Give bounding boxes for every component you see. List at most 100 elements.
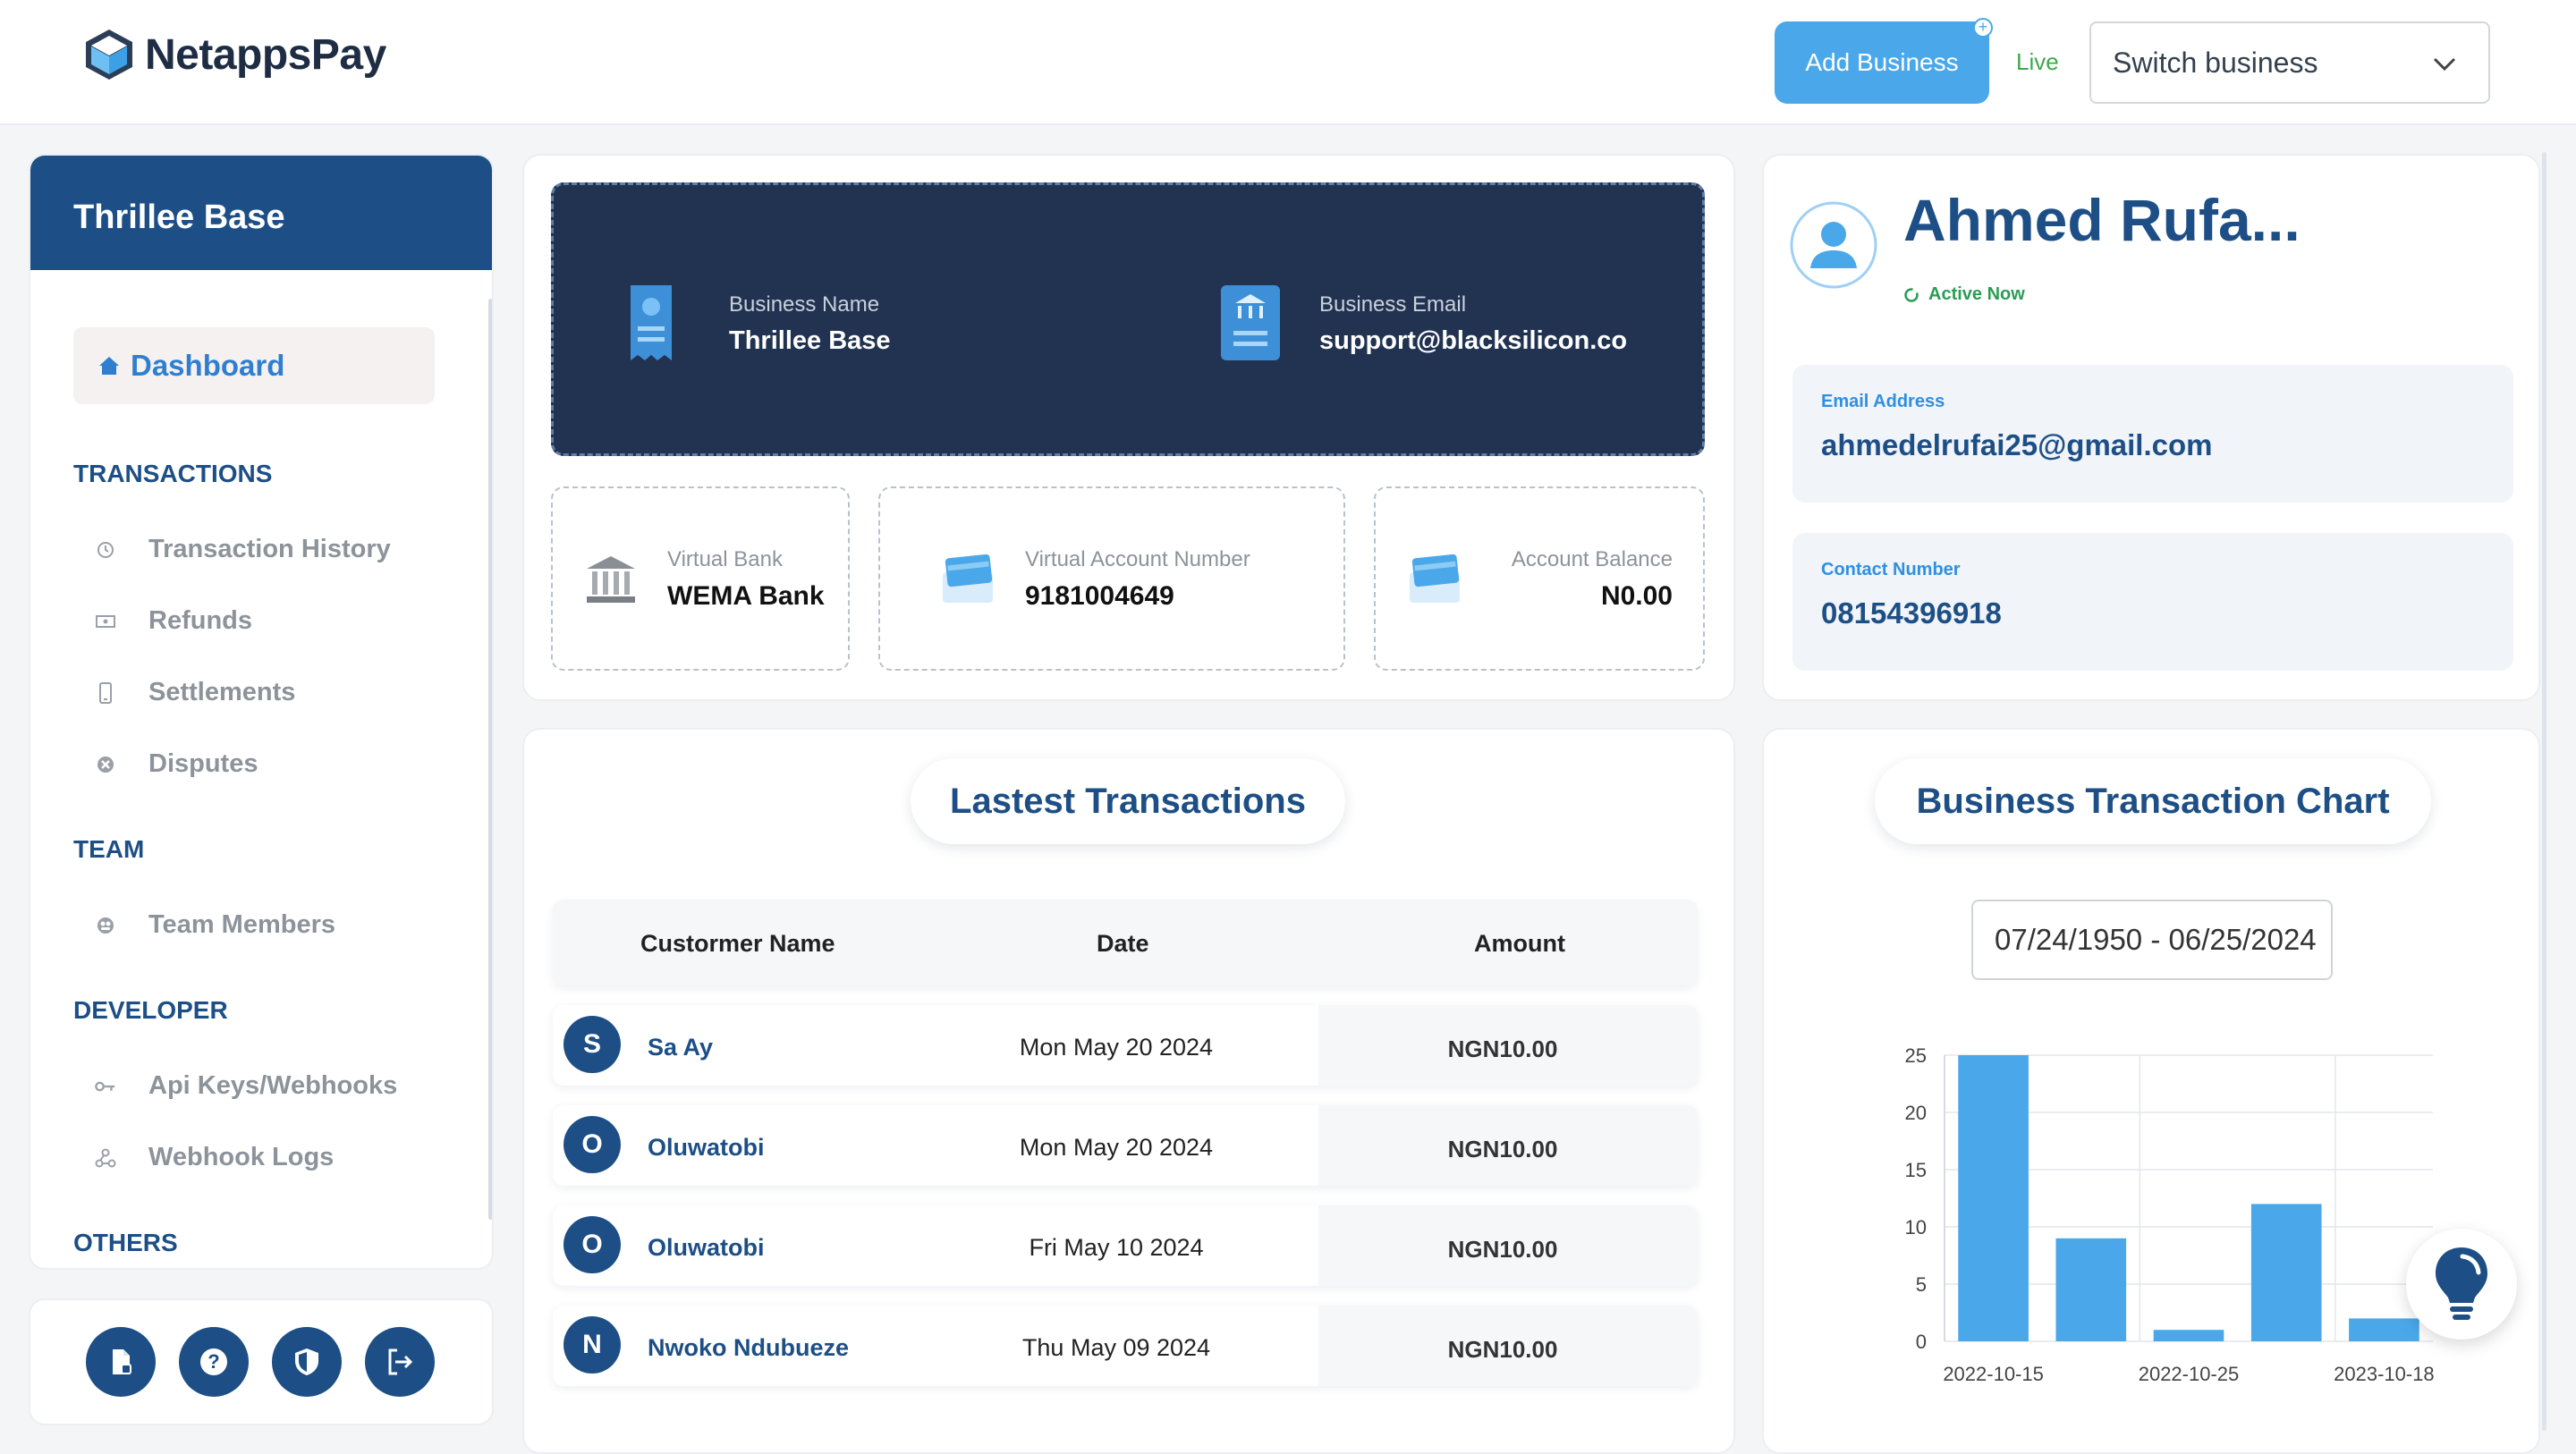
help-button[interactable]: ? (179, 1327, 249, 1397)
transaction-amount: NGN10.00 (1447, 1136, 1558, 1162)
customer-name: Oluwatobi (648, 1234, 765, 1261)
virtual-bank-label: Virtual Bank (667, 547, 783, 571)
customer-avatar: O (564, 1216, 621, 1273)
email-label: Email Address (1821, 392, 1945, 411)
sidebar-item-refunds[interactable]: Refunds (95, 606, 252, 636)
sidebar-scrollbar[interactable] (488, 299, 492, 1220)
x-tick-label: 2022-10-25 (2139, 1363, 2240, 1385)
column-header-date: Date (1097, 930, 1149, 957)
add-business-button[interactable]: Add Business (1775, 21, 1989, 104)
webhook-icon (95, 1147, 116, 1169)
sidebar-item-disputes[interactable]: Disputes (95, 749, 258, 779)
key-icon (95, 1076, 116, 1097)
business-details-card: Business Name Thrillee Base Business Ema… (551, 182, 1705, 456)
chart-bar[interactable] (2349, 1318, 2419, 1341)
table-row[interactable]: N Nwoko Ndubueze Thu May 09 2024 NGN10.0… (553, 1306, 1698, 1386)
date-range-input[interactable]: 07/24/1950 - 06/25/2024 (1971, 900, 2333, 980)
section-developer: DEVELOPER (73, 996, 228, 1024)
business-email-label: Business Email (1319, 292, 1467, 317)
status-badge: Active Now (1903, 284, 2025, 305)
virtual-account-value: 9181004649 (1025, 581, 1174, 611)
business-email-field: Business Email support@blacksilicon.co (1319, 292, 1627, 356)
chart-bar[interactable] (2153, 1330, 2224, 1341)
sidebar-item-settlements[interactable]: Settlements (95, 678, 295, 707)
lightbulb-icon (2436, 1247, 2487, 1320)
logout-icon (388, 1348, 413, 1375)
sidebar-item-label: Disputes (148, 749, 258, 778)
section-team: TEAM (73, 835, 145, 863)
customer-name: Nwoko Ndubueze (648, 1334, 850, 1361)
y-tick-label: 25 (1905, 1044, 1927, 1067)
customer-avatar: S (564, 1016, 621, 1073)
sidebar-item-team-members[interactable]: Team Members (95, 910, 335, 940)
customer-avatar: N (564, 1316, 621, 1374)
transaction-amount: NGN10.00 (1447, 1336, 1558, 1363)
tips-button[interactable] (2406, 1229, 2517, 1340)
y-tick-label: 20 (1905, 1102, 1927, 1124)
sidebar-item-dashboard[interactable]: Dashboard (73, 327, 435, 404)
receipt-icon (631, 285, 672, 360)
x-tick-label: 2022-10-15 (1943, 1363, 2044, 1385)
sidebar-item-label: Transaction History (148, 535, 391, 563)
chevron-down-icon (2433, 57, 2456, 72)
sidebar-item-api-keys[interactable]: Api Keys/Webhooks (95, 1071, 397, 1101)
sidebar-item-webhook-logs[interactable]: Webhook Logs (95, 1143, 334, 1172)
bank-document-icon (1221, 285, 1280, 360)
customer-name: Oluwatobi (648, 1134, 765, 1161)
chart-bar[interactable] (2250, 1204, 2322, 1341)
docs-button[interactable] (86, 1327, 156, 1397)
transaction-amount: NGN10.00 (1447, 1036, 1558, 1062)
table-row[interactable]: O Oluwatobi Mon May 20 2024 NGN10.00 (553, 1105, 1698, 1186)
page-scrollbar[interactable] (2542, 152, 2546, 1431)
sidebar: Thrillee Base Dashboard TRANSACTIONS Tra… (29, 154, 494, 1270)
chart-bar[interactable] (2055, 1238, 2127, 1341)
contact-label: Contact Number (1821, 560, 1961, 579)
contact-number-box: Contact Number 08154396918 (1792, 533, 2513, 671)
switch-business-select[interactable]: Switch business (2089, 21, 2490, 104)
cash-icon (95, 611, 116, 632)
sidebar-item-label: Refunds (148, 606, 252, 635)
email-value: ahmedelrufai25@gmail.com (1821, 428, 2213, 461)
sidebar-business-title: Thrillee Base (30, 156, 492, 270)
email-address-box: Email Address ahmedelrufai25@gmail.com (1792, 365, 2513, 503)
sidebar-item-label: Webhook Logs (148, 1143, 335, 1171)
account-balance-card: Account Balance N0.00 (1374, 486, 1705, 671)
virtual-account-field: Virtual Account Number 9181004649 (1025, 547, 1250, 612)
transaction-amount: NGN10.00 (1447, 1236, 1558, 1263)
sidebar-item-transaction-history[interactable]: Transaction History (95, 535, 391, 564)
contact-value: 08154396918 (1821, 596, 2002, 630)
svg-text:?: ? (208, 1350, 219, 1373)
wallet-card-icon (1410, 554, 1460, 603)
table-row[interactable]: O Oluwatobi Fri May 10 2024 NGN10.00 (553, 1205, 1698, 1286)
account-balance-label: Account Balance (1511, 547, 1673, 571)
transaction-date: Mon May 20 2024 (1019, 1134, 1214, 1161)
column-header-amount: Amount (1474, 930, 1565, 957)
phone-icon (95, 681, 116, 704)
table-row[interactable]: S Sa Ay Mon May 20 2024 NGN10.00 (553, 1005, 1698, 1086)
top-header: NetappsPay Add Business + Live Switch bu… (0, 0, 2576, 125)
chart-bar[interactable] (1958, 1055, 2029, 1341)
bank-icon (587, 556, 635, 603)
shield-icon (295, 1348, 318, 1375)
logout-button[interactable] (365, 1327, 435, 1397)
business-name-label: Business Name (729, 292, 880, 317)
document-icon (113, 1349, 131, 1374)
customer-name: Sa Ay (648, 1034, 714, 1061)
column-header-customer: Custormer Name (640, 930, 835, 957)
history-icon (95, 539, 116, 561)
business-name-field: Business Name Thrillee Base (729, 292, 891, 356)
virtual-account-card: Virtual Account Number 9181004649 (878, 486, 1345, 671)
sidebar-actions: ? (29, 1298, 494, 1425)
account-balance-value: N0.00 (1600, 581, 1673, 611)
y-tick-label: 5 (1916, 1273, 1927, 1296)
section-others: OTHERS (73, 1229, 178, 1256)
security-button[interactable] (272, 1327, 342, 1397)
y-tick-label: 10 (1905, 1216, 1927, 1238)
brand-name: NetappsPay (145, 30, 386, 79)
sidebar-item-label: Api Keys/Webhooks (148, 1071, 398, 1100)
virtual-account-label: Virtual Account Number (1025, 547, 1250, 571)
transaction-date: Thu May 09 2024 (1021, 1334, 1211, 1361)
y-tick-label: 15 (1905, 1159, 1927, 1181)
y-tick-label: 0 (1916, 1331, 1927, 1353)
brand-logo[interactable]: NetappsPay (82, 27, 386, 82)
